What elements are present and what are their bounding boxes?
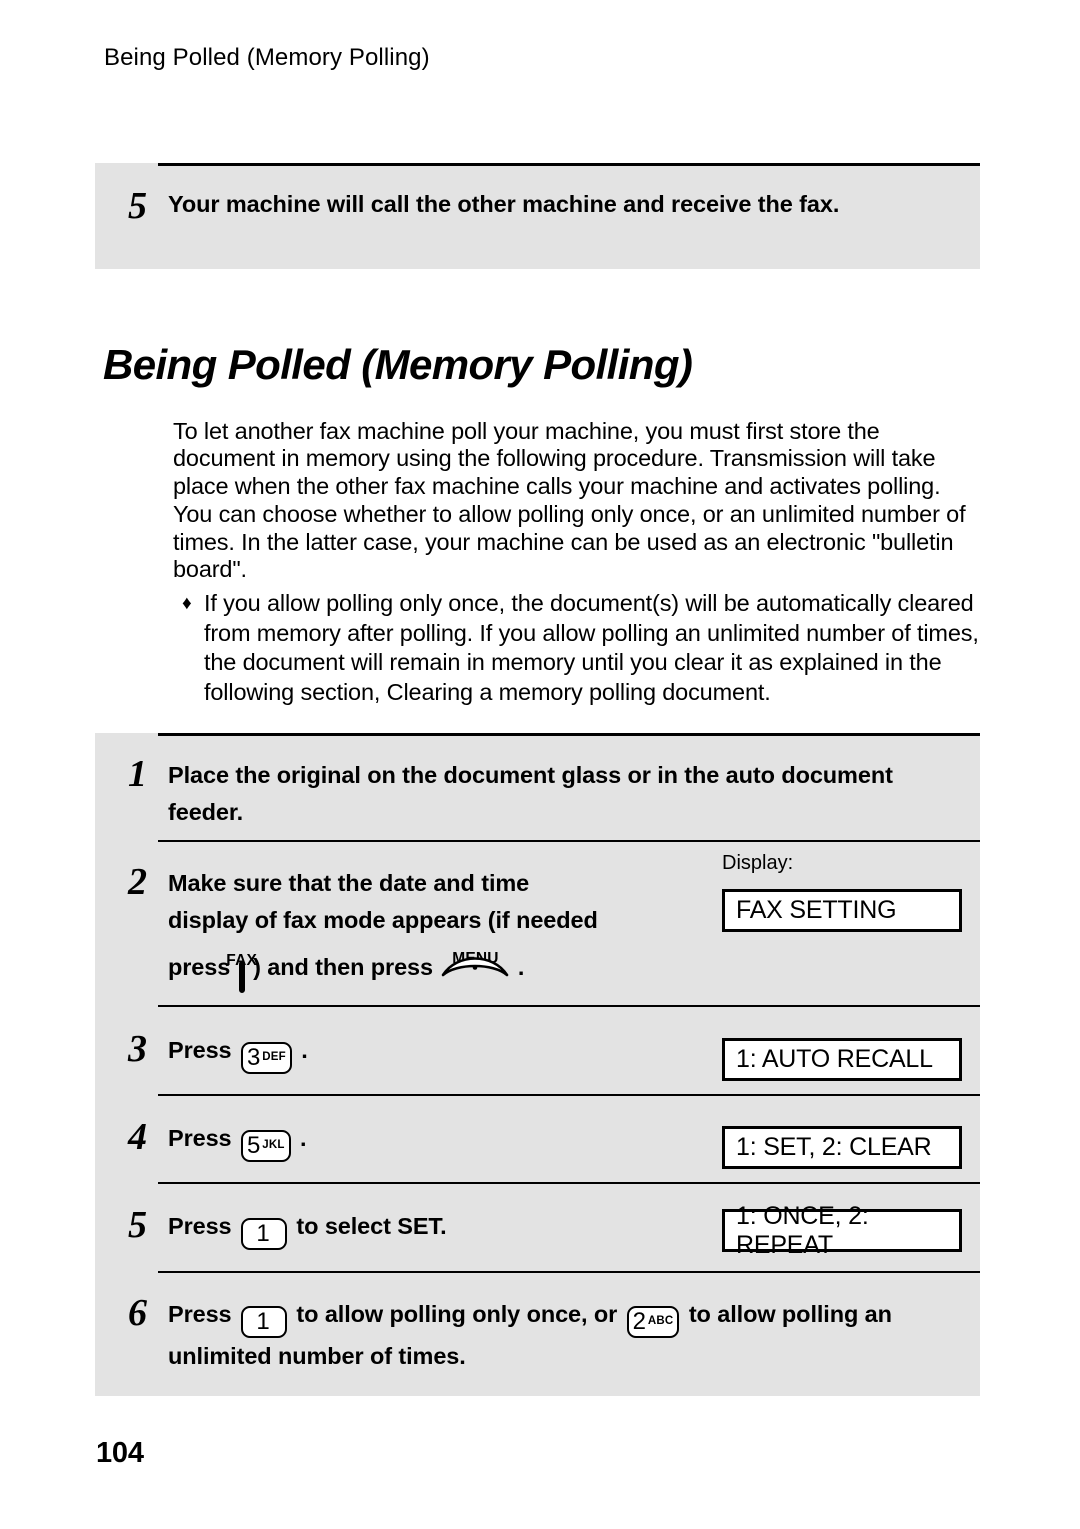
- step-6-line-2: unlimited number of times.: [168, 1343, 466, 1369]
- step-2-trailing: .: [517, 954, 525, 980]
- step-trailing-text: .: [301, 1037, 308, 1063]
- key-digit: 3: [246, 1044, 261, 1071]
- key-letters: ABC: [647, 1315, 674, 1328]
- display-box-fax-setting: FAX SETTING: [722, 889, 962, 932]
- keypad-key-2[interactable]: 2 ABC: [626, 1306, 680, 1338]
- fax-key-label: FAX: [226, 952, 258, 969]
- key-digit: 1: [256, 1308, 270, 1335]
- step-number: 5: [128, 185, 147, 227]
- step-row-5: 5 Press 1 to select SET.: [128, 1204, 447, 1250]
- step-number: 6: [128, 1292, 147, 1334]
- bullet-note-text: If you allow polling only once, the docu…: [204, 590, 979, 705]
- procedure-rule-2: [158, 840, 980, 842]
- keypad-key-1[interactable]: 1: [240, 1306, 287, 1338]
- step-2-line-3: press FAX ) and then press MENU .: [168, 949, 598, 996]
- procedure-rule-4: [158, 1094, 980, 1096]
- key-letters: JKL: [262, 1139, 285, 1152]
- key-digit: 2: [632, 1308, 646, 1335]
- press-label: Press: [168, 1037, 232, 1063]
- display-label: Display:: [722, 852, 794, 874]
- keypad-key-5[interactable]: 5 JKL: [240, 1130, 291, 1162]
- step-text: Press 3 DEF .: [168, 1032, 308, 1074]
- step-number: 2: [128, 861, 147, 903]
- step-text: Press 1 to allow polling only once, or 2…: [168, 1296, 892, 1375]
- press-label: Press: [168, 1125, 232, 1151]
- menu-key-shape: [441, 955, 509, 981]
- procedure-rule-1: [158, 733, 980, 736]
- display-box-set-clear: 1: SET, 2: CLEAR: [722, 1126, 962, 1169]
- step-text: Press 5 JKL .: [168, 1120, 307, 1162]
- step-2-line-2: display of fax mode appears (if needed: [168, 907, 598, 933]
- step-row-1: 1 Place the original on the document gla…: [128, 753, 918, 831]
- step-2-mid-text: ) and then press: [253, 954, 433, 980]
- bullet-note: ♦ If you allow polling only once, the do…: [182, 589, 982, 707]
- procedure-rule-3: [158, 1005, 980, 1007]
- step-2-line-1: Make sure that the date and time: [168, 870, 530, 896]
- diamond-bullet-icon: ♦: [182, 593, 192, 614]
- step-number: 1: [128, 753, 147, 795]
- key-digit: 1: [256, 1220, 270, 1247]
- step-row-top: 5 Your machine will call the other machi…: [128, 185, 968, 227]
- step-text: Place the original on the document glass…: [168, 762, 893, 825]
- step-number: 5: [128, 1204, 147, 1246]
- display-box-once-repeat: 1: ONCE, 2: REPEAT: [722, 1202, 962, 1259]
- step-6-tail-text: to allow polling an: [688, 1301, 892, 1327]
- step-row-2: 2 Make sure that the date and time displ…: [128, 861, 698, 996]
- key-letters: DEF: [262, 1051, 286, 1064]
- procedure-rule-6: [158, 1271, 980, 1273]
- page-title: Being Polled (Memory Polling): [103, 341, 693, 389]
- display-box-auto-recall: 1: AUTO RECALL: [722, 1038, 962, 1081]
- intro-paragraph: To let another fax machine poll your mac…: [173, 417, 966, 583]
- running-header: Being Polled (Memory Polling): [104, 44, 430, 71]
- step-text: Your machine will call the other machine…: [168, 191, 840, 217]
- keypad-key-3[interactable]: 3 DEF: [240, 1042, 292, 1074]
- step-trailing-text: .: [299, 1125, 307, 1151]
- step-6-mid-text: to allow polling only once, or: [296, 1301, 618, 1327]
- step-number: 4: [128, 1116, 147, 1158]
- page-number: 104: [96, 1437, 144, 1469]
- step-number: 3: [128, 1028, 147, 1070]
- fax-key[interactable]: FAX: [226, 952, 257, 996]
- step-text: Press 1 to select SET.: [168, 1208, 447, 1250]
- step-trailing-text: to select SET.: [296, 1213, 447, 1239]
- step-6-line-1: Press 1 to allow polling only once, or 2…: [168, 1296, 892, 1338]
- press-label: Press: [168, 1301, 232, 1327]
- step-row-6: 6 Press 1 to allow polling only once, or…: [128, 1292, 928, 1375]
- panel-top-rule: [158, 163, 980, 166]
- press-label: Press: [168, 1213, 232, 1239]
- keypad-key-1[interactable]: 1: [240, 1218, 287, 1250]
- step-row-3: 3 Press 3 DEF .: [128, 1028, 308, 1074]
- step-text: Make sure that the date and time display…: [168, 865, 598, 996]
- step-2-press-label: press: [168, 954, 231, 980]
- menu-key[interactable]: MENU: [441, 950, 509, 992]
- key-digit: 5: [246, 1132, 261, 1159]
- procedure-rule-5: [158, 1182, 980, 1184]
- step-row-4: 4 Press 5 JKL .: [128, 1116, 307, 1162]
